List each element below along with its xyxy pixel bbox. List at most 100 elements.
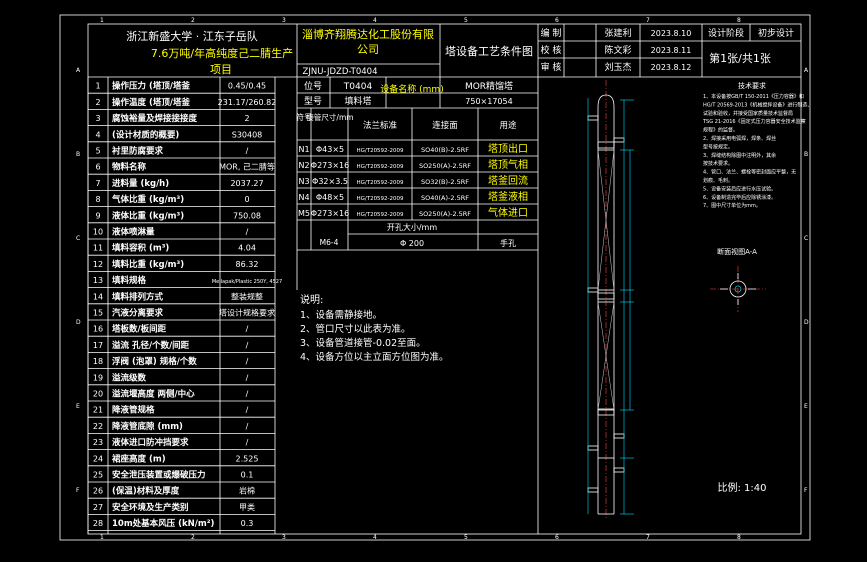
nozzle-header-size: 接管尺寸/mm <box>306 112 353 122</box>
param-name: (保温)材料及厚度 <box>112 486 180 497</box>
inner-frame <box>87 23 802 535</box>
nozzle-size: Φ43×5 <box>316 145 344 154</box>
param-name: 操作温度 (塔顶/塔釜 <box>112 97 190 108</box>
sign-name: 陈文彩 <box>604 44 631 56</box>
param-no: 21 <box>93 406 103 415</box>
param-name: (设计材质的概要) <box>112 129 179 140</box>
param-no: 7 <box>95 179 100 188</box>
sign-name: 张建利 <box>604 27 631 39</box>
company-left: 浙江新盛大学 · 江东子岳队 <box>126 29 258 43</box>
nozzle-use: 气体进口 <box>488 206 528 219</box>
tower-nozzle <box>587 287 599 293</box>
parameters-table: 1 操作压力 (塔顶/塔釜 0.45/0.45 2 操作温度 (塔顶/塔釜 231.17/… <box>87 77 282 534</box>
tower-nozzle <box>587 115 599 121</box>
nozzle-use: 塔釜液相 <box>488 190 528 203</box>
tech-req-line: 4、管口、法兰、螺栓等密封面应平整，无 <box>703 169 796 176</box>
param-name: 安全泄压装置或爆破压力 <box>112 470 206 481</box>
border-letter-left: F <box>76 487 80 494</box>
param-value: 塔设计规格要求 <box>219 308 275 318</box>
stage-label: 设计阶段 <box>708 27 744 39</box>
param-no: 22 <box>93 422 103 431</box>
param-no: 10 <box>93 228 103 237</box>
border-row-letters: A A B B C C D D E E F F <box>76 67 809 494</box>
border-num-bottom: 4 <box>373 534 377 541</box>
equipment-name: MOR精馏塔 <box>465 80 513 92</box>
border-num-bottom: 7 <box>646 534 650 541</box>
param-no: 20 <box>93 390 103 399</box>
param-name: 物料名称 <box>112 162 147 173</box>
param-value: / <box>246 228 249 237</box>
sign-date: 2023.8.11 <box>651 46 692 55</box>
drawing-title: 塔设备工艺条件图 <box>445 44 533 58</box>
nozzle-mark: M5 <box>298 209 310 218</box>
company-right-2: 公司 <box>357 43 379 56</box>
nozzle-use: 塔釜回流 <box>488 174 528 187</box>
param-no: 5 <box>95 147 100 156</box>
param-name: 操作压力 (塔顶/塔釜 <box>112 81 190 92</box>
nozzle-std: HG/T20592-2009 <box>356 164 404 170</box>
param-value: 0.1 <box>241 471 254 480</box>
type-value: 填料塔 <box>344 95 371 107</box>
nozzle-table: 符号接管尺寸/mm法兰标准 连接面 用途N1 Φ43×5 HG/T20592-2009 S… <box>296 108 538 251</box>
section-label: 断面视图A-A <box>717 247 757 256</box>
nozzle-std: HG/T20592-2009 <box>356 148 404 154</box>
param-value: 0.45/0.45 <box>228 82 266 91</box>
border-num-bottom: 6 <box>555 534 559 541</box>
param-name: 腐蚀裕量及焊接接接度 <box>112 113 198 124</box>
param-name: 液体喷淋量 <box>112 227 155 238</box>
param-name: 填料比重 (kg/m³) <box>112 259 184 270</box>
tower-nozzle <box>613 137 625 143</box>
border-num-top: 1 <box>100 17 104 24</box>
border-num-top: 8 <box>737 17 741 24</box>
tech-req-line: 规程》的监督。 <box>703 127 738 134</box>
nozzle-size: Φ273×16 <box>311 161 349 170</box>
param-value: 231.17/260.82 <box>218 98 277 107</box>
scale-label: 比例: 1:40 <box>717 481 766 494</box>
tech-req-line: 按技术要求。 <box>703 160 733 167</box>
param-no: 12 <box>93 260 103 269</box>
param-value: 2 <box>244 114 249 123</box>
param-no: 27 <box>93 503 103 512</box>
param-value: 岩棉 <box>239 486 255 496</box>
tech-req-line: 2、焊接采用电弧焊，焊条、焊丝 <box>703 135 776 142</box>
param-name: 溢流级数 <box>112 372 147 383</box>
border-letter-left: A <box>76 67 81 74</box>
sign-date: 2023.8.10 <box>651 29 692 38</box>
nozzle-face: SO32(B)-2.5RF <box>421 178 469 186</box>
border-num-top: 7 <box>646 17 650 24</box>
technical-requirements: 技术要求 1、本设备按GB/T 150-2011《压力容器》和HG/T 2056… <box>702 81 812 209</box>
tech-req-line: 7、图中尺寸单位为mm。 <box>703 202 761 209</box>
border-letter-right: F <box>804 487 808 494</box>
project-line-2: 项目 <box>210 63 232 76</box>
border-letter-right: E <box>804 403 808 410</box>
type-label: 型号 <box>304 96 322 107</box>
border-letter-right: C <box>804 235 808 242</box>
border-letter-right: A <box>804 67 809 74</box>
param-name: 裙座高度 (m) <box>111 453 166 464</box>
sign-role: 编 制 <box>541 27 562 39</box>
param-no: 14 <box>93 292 103 301</box>
tech-req-line: 型号按规定。 <box>703 143 733 150</box>
param-value: 4.04 <box>238 244 256 253</box>
nozzle-mark: N1 <box>298 145 309 154</box>
tech-req-line: 5、设备安装后应进行水压试验。 <box>703 185 776 192</box>
param-name: 气体比重 (kg/m³) <box>111 194 184 205</box>
param-value: Mellapak/Plastic 250Y, 4527 <box>212 279 282 285</box>
param-name: 溢流 孔径/个数/间距 <box>112 340 190 351</box>
border-num-bottom: 3 <box>282 534 286 541</box>
nozzle-mark: N3 <box>298 177 309 186</box>
border-num-top: 2 <box>191 17 195 24</box>
param-no: 24 <box>93 454 103 463</box>
tower-nozzle <box>587 445 599 451</box>
param-no: 26 <box>93 487 103 496</box>
border-num-top: 3 <box>282 17 286 24</box>
note-line: 3、设备管道接管-0.02至面。 <box>300 337 426 349</box>
param-value: / <box>246 325 249 334</box>
param-no: 9 <box>95 211 100 220</box>
border-letter-left: C <box>76 235 80 242</box>
param-no: 11 <box>93 244 103 253</box>
tag-value: T0404 <box>343 82 373 92</box>
param-value: 2037.27 <box>230 179 263 188</box>
border-num-bottom: 1 <box>100 534 104 541</box>
param-no: 1 <box>95 82 100 91</box>
